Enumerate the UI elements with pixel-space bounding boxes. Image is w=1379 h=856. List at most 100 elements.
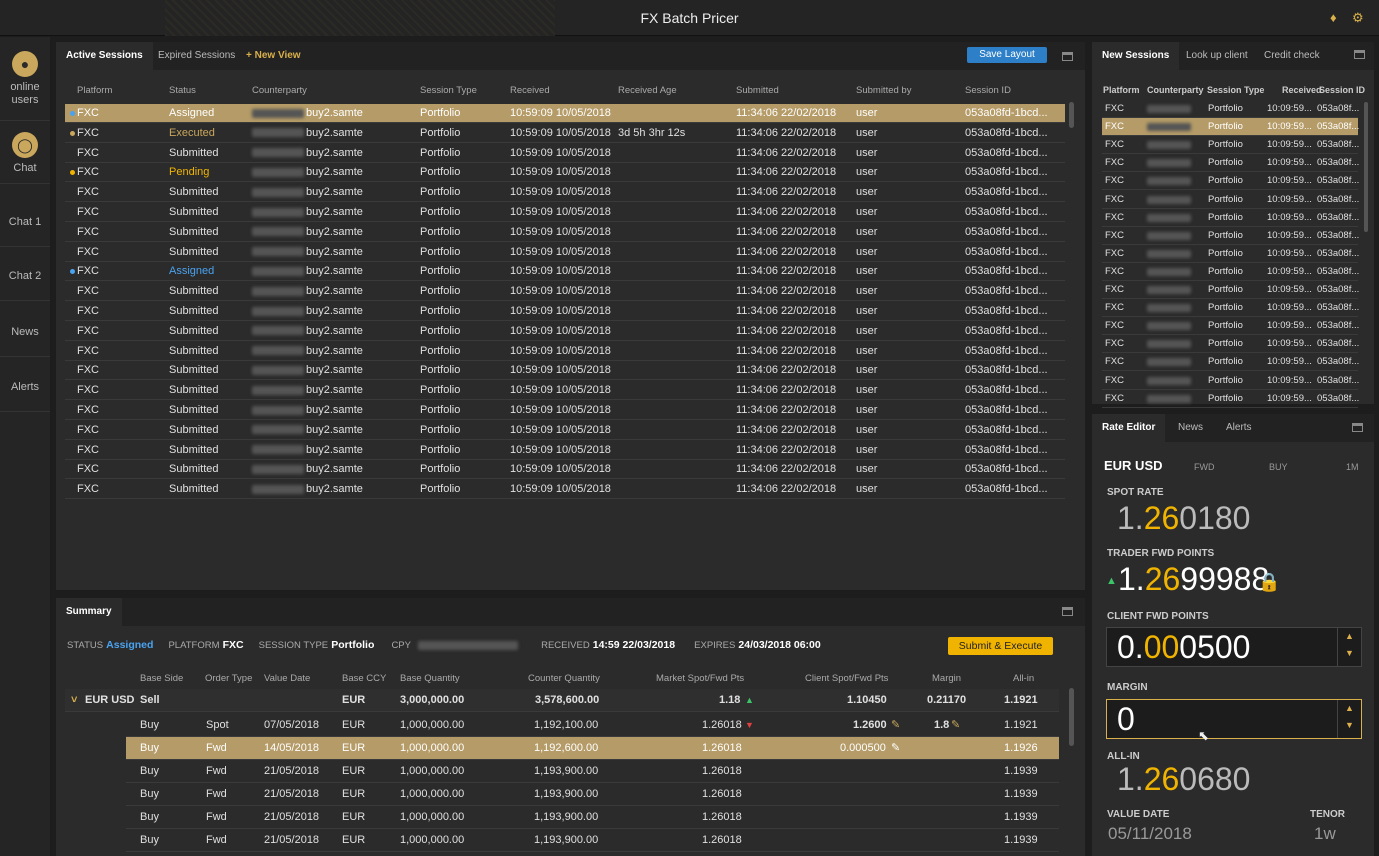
table-row[interactable]: FXC Portfolio 10:09:59... 053a08f...	[1102, 209, 1359, 227]
tab-new-view[interactable]: + New View	[236, 42, 311, 70]
gear-icon[interactable]: ⚙	[1352, 10, 1364, 26]
column-header[interactable]: Value Date	[264, 673, 310, 684]
table-row[interactable]: FXC Portfolio 10:09:59... 053a08f...	[1102, 281, 1359, 299]
table-row[interactable]: FXC Portfolio 10:09:59... 053a08f...	[1102, 299, 1359, 318]
client-cell[interactable]: 1.2600	[853, 714, 887, 737]
column-header[interactable]: Margin	[932, 673, 961, 684]
submit-execute-button[interactable]: Submit & Execute	[948, 637, 1053, 655]
summary-scrollbar[interactable]	[1069, 688, 1074, 746]
save-layout-button[interactable]: Save Layout	[967, 47, 1047, 63]
table-row[interactable]: FXC Submitted buy2.samte Portfolio 10:59:09 …	[65, 401, 1065, 420]
column-header[interactable]: Platform	[1103, 85, 1140, 95]
table-row[interactable]: FXC Portfolio 10:09:59... 053a08f...	[1102, 118, 1359, 137]
chevron-down-icon[interactable]: ▼	[1338, 645, 1361, 662]
table-row[interactable]: FXC Assigned buy2.samte Portfolio 10:59:09 1…	[65, 104, 1065, 123]
client-fwd-stepper[interactable]: ▲ ▼	[1337, 628, 1361, 666]
column-header[interactable]: All-in	[1013, 673, 1034, 684]
table-row[interactable]: FXC Submitted buy2.samte Portfolio 10:59:09 …	[65, 223, 1065, 242]
table-row[interactable]: Buy Fwd 21/05/2018 EUR 1,000,000.00 1,193,900…	[126, 806, 1059, 829]
table-row[interactable]: FXC Portfolio 10:09:59... 053a08f...	[1102, 263, 1359, 281]
column-header[interactable]: Market Spot/Fwd Pts	[656, 673, 744, 684]
column-header[interactable]: Status	[169, 85, 196, 96]
chevron-down-icon[interactable]: ˅	[71, 689, 77, 712]
margin-stepper[interactable]: ▲ ▼	[1337, 700, 1361, 738]
tab-summary[interactable]: Summary	[56, 598, 122, 626]
table-row[interactable]: FXC Submitted buy2.samte Portfolio 10:59:09 …	[65, 381, 1065, 401]
table-row[interactable]: FXC Portfolio 10:09:59... 053a08f...	[1102, 136, 1359, 155]
table-row[interactable]: Buy Fwd 14/05/2018 EUR 1,000,000.00 1,192,600…	[126, 737, 1059, 760]
table-row[interactable]: FXC Submitted buy2.samte Portfolio 10:59:09 …	[65, 361, 1065, 381]
maximize-icon[interactable]	[1354, 50, 1365, 59]
table-row[interactable]: FXC Submitted buy2.samte Portfolio 10:59:09 …	[65, 322, 1065, 341]
table-row[interactable]: FXC Submitted buy2.samte Portfolio 10:59:09 …	[65, 421, 1065, 440]
tab-rate-editor[interactable]: Rate Editor	[1092, 414, 1166, 442]
column-header[interactable]: Counterparty	[1147, 85, 1204, 95]
chevron-up-icon[interactable]: ▲	[1338, 628, 1361, 645]
table-row[interactable]: FXC Submitted buy2.samte Portfolio 10:59:09 …	[65, 243, 1065, 262]
column-header[interactable]: Session ID	[1319, 85, 1365, 95]
table-row[interactable]: FXC Executed buy2.samte Portfolio 10:59:09 1…	[65, 124, 1065, 143]
pencil-icon[interactable]: ✎	[891, 714, 900, 737]
margin-cell[interactable]: 1.8	[934, 714, 949, 737]
tab-new-sessions[interactable]: New Sessions	[1092, 42, 1180, 70]
column-header[interactable]: Base Quantity	[400, 673, 460, 684]
column-header[interactable]: Submitted	[736, 85, 779, 96]
column-header[interactable]: Base Side	[140, 673, 183, 684]
table-row[interactable]: FXC Portfolio 10:09:59... 053a08f...	[1102, 100, 1359, 118]
table-row[interactable]: FXC Portfolio 10:09:59... 053a08f...	[1102, 172, 1359, 191]
tab-look-up-client[interactable]: Look up client	[1176, 42, 1258, 70]
sidebar-item-chat-1[interactable]: Chat 1	[0, 197, 50, 247]
bell-icon[interactable]: ♦	[1330, 10, 1337, 25]
table-row[interactable]: FXC Submitted buy2.samte Portfolio 10:59:09 …	[65, 203, 1065, 222]
column-header[interactable]: Session Type	[420, 85, 477, 96]
table-row[interactable]: FXC Portfolio 10:09:59... 053a08f...	[1102, 372, 1359, 390]
table-row[interactable]: FXC Submitted buy2.samte Portfolio 10:59:09 …	[65, 183, 1065, 203]
maximize-icon[interactable]	[1062, 607, 1073, 616]
table-row[interactable]: FXC Submitted buy2.samte Portfolio 10:59:09 …	[65, 282, 1065, 302]
table-row[interactable]: FXC Portfolio 10:09:59... 053a08f...	[1102, 317, 1359, 336]
table-row[interactable]: Buy Fwd 21/05/2018 EUR 1,000,000.00 1,193,900…	[126, 760, 1059, 783]
sidebar-item-online-users[interactable]: ● online users	[0, 51, 50, 121]
pencil-icon[interactable]: ✎	[891, 737, 900, 760]
tab-expired-sessions[interactable]: Expired Sessions	[148, 42, 245, 70]
column-header[interactable]: Received	[510, 85, 550, 96]
table-row[interactable]: FXC Portfolio 10:09:59... 053a08f...	[1102, 353, 1359, 372]
table-row[interactable]: FXC Portfolio 10:09:59... 053a08f...	[1102, 390, 1359, 408]
column-header[interactable]: Base CCY	[342, 673, 386, 684]
column-header[interactable]: Received	[1282, 85, 1322, 95]
pencil-icon[interactable]: ✎	[951, 714, 960, 737]
column-header[interactable]: Received Age	[618, 85, 677, 96]
table-row[interactable]: FXC Submitted buy2.samte Portfolio 10:59:09 …	[65, 144, 1065, 163]
margin-input[interactable]: 0 ▲ ▼	[1106, 699, 1362, 739]
maximize-icon[interactable]	[1062, 52, 1073, 61]
sessions-scrollbar[interactable]	[1069, 102, 1074, 128]
lock-icon[interactable]: 🔒	[1258, 572, 1280, 593]
table-row[interactable]: Buy Fwd 21/05/2018 EUR 1,000,000.00 1,193,900…	[126, 829, 1059, 852]
table-row[interactable]: FXC Submitted buy2.samte Portfolio 10:59:09 …	[65, 302, 1065, 321]
sidebar-item-alerts[interactable]: Alerts	[0, 362, 50, 412]
table-row[interactable]: FXC Submitted buy2.samte Portfolio 10:59:09 …	[65, 441, 1065, 460]
table-row[interactable]: FXC Portfolio 10:09:59... 053a08f...	[1102, 227, 1359, 245]
table-row[interactable]: FXC Submitted buy2.samte Portfolio 10:59:09 …	[65, 480, 1065, 500]
column-header[interactable]: Session ID	[965, 85, 1011, 96]
column-header[interactable]: Session Type	[1207, 85, 1264, 95]
table-row[interactable]: FXC Submitted buy2.samte Portfolio 10:59:09 …	[65, 460, 1065, 480]
table-row[interactable]: FXC Submitted buy2.samte Portfolio 10:59:09 …	[65, 342, 1065, 361]
column-header[interactable]: Counterparty	[252, 85, 307, 96]
sidebar-item-news[interactable]: News	[0, 307, 50, 357]
chevron-up-icon[interactable]: ▲	[1338, 700, 1361, 717]
tab-credit-check[interactable]: Credit check	[1254, 42, 1330, 70]
column-header[interactable]: Platform	[77, 85, 112, 96]
table-row[interactable]: FXC Portfolio 10:09:59... 053a08f...	[1102, 245, 1359, 263]
column-header[interactable]: Counter Quantity	[528, 673, 600, 684]
sidebar-item-chat[interactable]: ◯ Chat	[0, 132, 50, 184]
column-header[interactable]: Submitted by	[856, 85, 911, 96]
tab-alerts[interactable]: Alerts	[1216, 414, 1262, 442]
tab-news[interactable]: News	[1168, 414, 1213, 442]
table-row[interactable]: FXC Assigned buy2.samte Portfolio 10:59:09 1…	[65, 262, 1065, 282]
group-row[interactable]: ˅ EUR USD Sell EUR 3,000,000.00 3,578,600.00 1…	[65, 689, 1059, 712]
table-row[interactable]: Buy Spot 07/05/2018 EUR 1,000,000.00 1,192,10…	[126, 714, 1059, 737]
column-header[interactable]: Order Type	[205, 673, 252, 684]
sidebar-item-chat-2[interactable]: Chat 2	[0, 251, 50, 301]
chevron-down-icon[interactable]: ▼	[1338, 717, 1361, 734]
